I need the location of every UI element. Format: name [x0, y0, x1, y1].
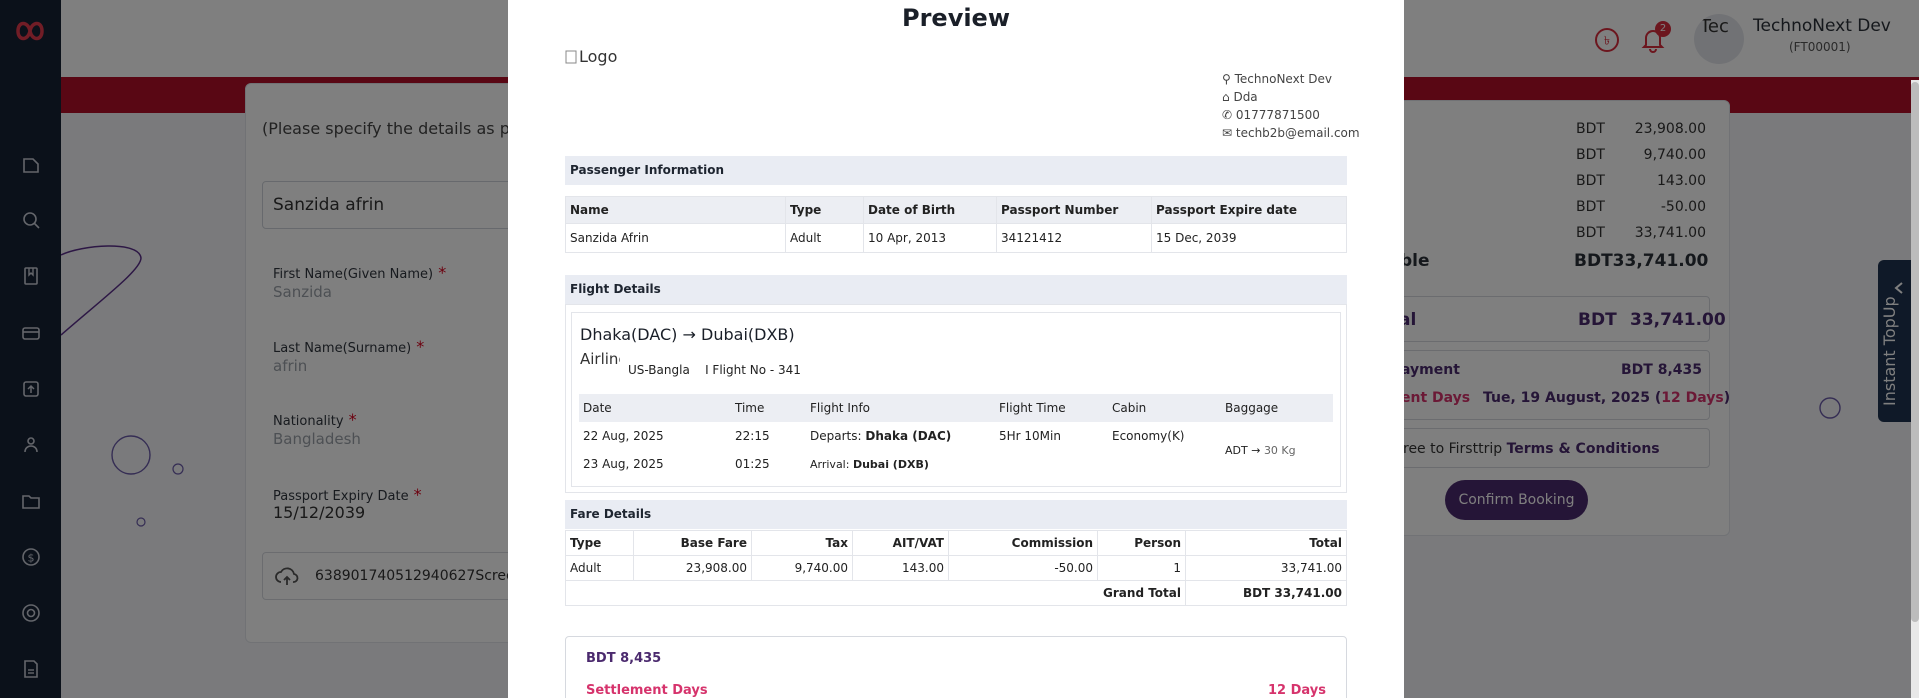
grand-total-value: BDT 33,741.00 [1185, 580, 1347, 606]
flight-section: Dhaka(DAC) → Dubai(DXB) Airlines US-Bang… [565, 304, 1347, 493]
table-row: Sanzida Afrin Adult 10 Apr, 2013 3412141… [565, 223, 1347, 253]
table-cell: 23 Aug, 2025 [583, 457, 664, 471]
table-cell: 10 Apr, 2013 [863, 223, 997, 253]
table-cell: 34121412 [996, 223, 1152, 253]
airline-info: US-Bangla I Flight No - 341 [628, 363, 801, 377]
partial-amount: BDT 8,435 [586, 651, 662, 666]
preview-modal: Preview Logo ⚲ TechnoNext Dev ⌂ Dda ✆ 01… [508, 0, 1404, 698]
table-cell [1108, 450, 1221, 478]
partial-payment-preview: BDT 8,435 Settlement Days 12 Days [565, 636, 1347, 698]
table-row: 22 Aug, 2025 22:15 Departs: Dhaka (DAC) … [579, 422, 1333, 457]
column-header: Base Fare [633, 530, 752, 556]
column-header: Total [1185, 530, 1347, 556]
table-cell: 5Hr 10Min [999, 429, 1061, 443]
route-title: Dhaka(DAC) → Dubai(DXB) [580, 325, 795, 344]
table-row: 23 Aug, 2025 01:25 Arrival: Dubai (DXB) [579, 450, 1333, 478]
phone-icon: ✆ [1222, 108, 1233, 122]
passenger-section-title: Passenger Information [565, 156, 1347, 185]
preview-title: Preview [901, 4, 1011, 32]
broken-image-icon [565, 50, 577, 63]
table-header-row: Date Time Flight Info Flight Time Cabin … [579, 394, 1333, 422]
column-header: Date of Birth [863, 196, 997, 224]
column-header: Flight Info [806, 394, 995, 422]
logo-image: Logo [565, 47, 617, 66]
app-root: $ ৳ 2 Tec TechnoNext Dev (FT00001) (Plea… [0, 0, 1919, 698]
table-cell: 9,740.00 [751, 555, 853, 581]
column-header: Type [785, 196, 864, 224]
settlement-label: Settlement Days [586, 683, 708, 698]
table-cell: -50.00 [948, 555, 1098, 581]
settlement-value: 12 Days [1268, 683, 1326, 698]
table-cell: Sanzida Afrin [565, 223, 786, 253]
table-cell: Arrival: Dubai (DXB) [810, 457, 929, 471]
column-header: Commission [948, 530, 1098, 556]
table-cell: 23,908.00 [633, 555, 752, 581]
table-header-row: Name Type Date of Birth Passport Number … [565, 196, 1347, 224]
table-cell: Economy(K) [1112, 429, 1185, 443]
column-header: Person [1097, 530, 1186, 556]
agency-info: ⚲ TechnoNext Dev ⌂ Dda ✆ 01777871500 ✉ t… [1222, 70, 1360, 142]
agency-phone-row: ✆ 01777871500 [1222, 108, 1320, 122]
table-cell: 01:25 [735, 457, 770, 471]
fare-table: Type Base Fare Tax AIT/VAT Commission Pe… [565, 530, 1347, 606]
mail-icon: ✉ [1222, 126, 1233, 140]
agency-address-row: ⌂ Dda [1222, 90, 1258, 104]
column-header: Baggage [1221, 394, 1333, 422]
agency-email-row: ✉ techb2b@email.com [1222, 126, 1360, 140]
flight-card: Dhaka(DAC) → Dubai(DXB) Airlines US-Bang… [571, 312, 1341, 487]
grand-total-row: Grand Total BDT 33,741.00 [565, 580, 1347, 606]
flight-table: Date Time Flight Info Flight Time Cabin … [579, 394, 1333, 478]
home-icon: ⌂ [1222, 90, 1230, 104]
table-cell: 22 Aug, 2025 [583, 429, 664, 443]
table-cell: Departs: Dhaka (DAC) [810, 429, 952, 443]
column-header: Type [565, 530, 634, 556]
table-header-row: Type Base Fare Tax AIT/VAT Commission Pe… [565, 530, 1347, 556]
column-header: AIT/VAT [852, 530, 949, 556]
column-header: Date [579, 394, 731, 422]
page-scrollbar[interactable] [1911, 80, 1919, 698]
user-icon: ⚲ [1222, 72, 1231, 86]
table-cell: Adult [565, 555, 634, 581]
table-cell: Adult [785, 223, 864, 253]
table-cell: 143.00 [852, 555, 949, 581]
column-header: Cabin [1108, 394, 1221, 422]
column-header: Tax [751, 530, 853, 556]
table-cell: 1 [1097, 555, 1186, 581]
scrollbar-thumb[interactable] [1911, 82, 1919, 622]
arrow-right-icon: → [682, 325, 696, 344]
table-cell [995, 450, 1108, 478]
flight-section-title: Flight Details [565, 275, 1347, 304]
column-header: Time [731, 394, 806, 422]
column-header: Passport Expire date [1151, 196, 1347, 224]
column-header: Flight Time [995, 394, 1108, 422]
table-cell: 33,741.00 [1185, 555, 1347, 581]
passenger-table: Name Type Date of Birth Passport Number … [565, 196, 1347, 253]
table-cell: 15 Dec, 2039 [1151, 223, 1347, 253]
column-header: Passport Number [996, 196, 1152, 224]
agency-name-row: ⚲ TechnoNext Dev [1222, 72, 1332, 86]
grand-total-label: Grand Total [565, 580, 1186, 606]
table-row: Adult 23,908.00 9,740.00 143.00 -50.00 1… [565, 555, 1347, 581]
column-header: Name [565, 196, 786, 224]
airline-logo: Airlines [580, 350, 620, 368]
baggage-cell: ADT → 30 Kg [1225, 443, 1296, 457]
fare-section-title: Fare Details [565, 500, 1347, 529]
table-cell: 22:15 [735, 429, 770, 443]
